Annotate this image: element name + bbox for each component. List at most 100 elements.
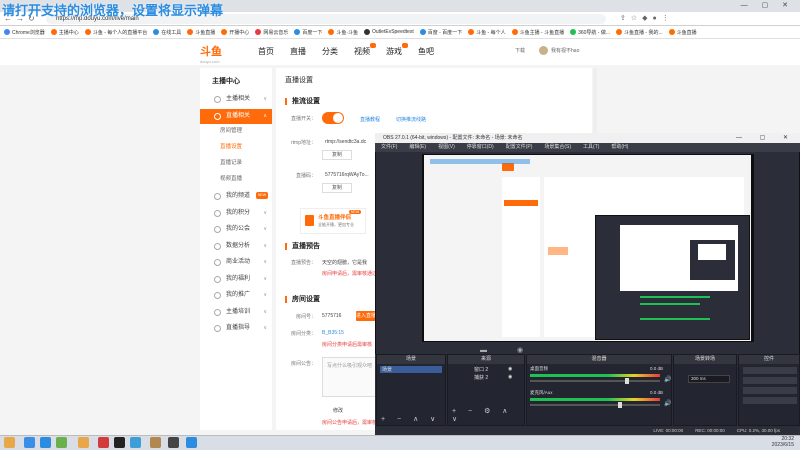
bookmark-item[interactable]: Chrome浏览器	[4, 29, 45, 36]
bookmark-item[interactable]: 360导航 - 做...	[570, 29, 610, 36]
transition-duration-input[interactable]: 300 ms	[688, 375, 730, 383]
username[interactable]: 我有视不hao	[551, 47, 579, 54]
mute-icon[interactable]: 🔊	[664, 376, 671, 383]
bookmark-item[interactable]: 开播中心	[221, 29, 249, 36]
taskbar-app-icon[interactable]	[24, 437, 35, 448]
bookmark-item[interactable]: 主播中心	[50, 29, 79, 36]
obs-menu-item[interactable]: 视图(V)	[438, 143, 455, 152]
eye-icon[interactable]: ◉	[508, 366, 512, 372]
bookmark-item[interactable]: 斗鱼直播	[668, 29, 697, 36]
source-item[interactable]: 窗口 2	[474, 366, 488, 373]
sidebar-item[interactable]: 我的福利 ∨	[200, 272, 272, 287]
sidebar-item[interactable]: 商业活动 ∨	[200, 255, 272, 270]
bookmark-item[interactable]: 百度一下	[294, 29, 322, 36]
nav-live[interactable]: 直播	[290, 46, 306, 57]
download-link[interactable]: 下载	[515, 47, 525, 54]
bookmark-item[interactable]: 斗鱼 - 每个人	[468, 29, 506, 36]
control-button[interactable]	[743, 367, 797, 374]
sidebar-item[interactable]: 主播培训 ∨	[200, 305, 272, 320]
bookmark-item[interactable]: 斗鱼·斗鱼	[328, 29, 358, 36]
taskbar-app-icon[interactable]	[40, 437, 51, 448]
chevron-icon: ∨	[263, 226, 267, 232]
bookmark-item[interactable]: 斗鱼直播	[187, 29, 215, 36]
sidebar-subitem[interactable]: 直播记录	[200, 157, 272, 170]
sidebar-subitem[interactable]: 视频直播	[200, 173, 272, 186]
sidebar-item[interactable]: 直播指导 ∨	[200, 321, 272, 336]
taskbar-app-icon[interactable]	[186, 437, 197, 448]
mixer-track-name: 麦克风/Aux	[530, 390, 553, 395]
control-button[interactable]	[743, 387, 797, 394]
sidebar-item[interactable]: 我的公会 ∨	[200, 222, 272, 237]
bookmark-item[interactable]: 斗鱼直播 - 我的...	[616, 29, 663, 36]
mixer-track-name: 桌面音频	[530, 366, 548, 371]
avatar[interactable]	[539, 46, 549, 55]
sidebar-subitem[interactable]: 房间管理	[200, 125, 272, 138]
section-room: 房间设置	[285, 296, 320, 303]
taskbar-app-icon[interactable]	[150, 437, 161, 448]
taskbar-app-icon[interactable]	[130, 437, 141, 448]
sidebar-item[interactable]: 我的频道∨NEW	[200, 189, 272, 204]
taskbar-app-icon[interactable]	[56, 437, 67, 448]
obs-menu-item[interactable]: 帮助(H)	[611, 143, 628, 152]
bookmark-item[interactable]: OutletEvSpeedtest	[364, 29, 414, 35]
sidebar-item[interactable]: 数据分析 ∨	[200, 239, 272, 254]
eye-icon[interactable]: ◉	[508, 374, 512, 380]
bookmark-item[interactable]: 网易云音乐	[255, 29, 288, 36]
help-link[interactable]: 直播教程	[360, 116, 380, 123]
live-switch-toggle[interactable]	[322, 112, 344, 124]
sidebar-item[interactable]: 我的积分 ∨	[200, 206, 272, 221]
bookmark-item[interactable]: 斗鱼主播 - 斗鱼直播	[511, 29, 564, 36]
fader-knob[interactable]	[618, 402, 623, 408]
sidebar-item[interactable]: 直播相关 ∧	[200, 108, 272, 124]
mixer-fader[interactable]	[530, 402, 660, 408]
enter-room-button[interactable]: 进入直播间	[356, 311, 376, 329]
edit-intro-link[interactable]: 修改	[333, 407, 343, 414]
system-tray[interactable]: 20:32 2023/6/15	[772, 436, 794, 448]
room-category-value[interactable]: B_B35:15	[322, 330, 344, 336]
obs-menu-item[interactable]: 场景集合(S)	[544, 143, 571, 152]
scenes-toolbar[interactable]: + − ∧ ∨	[381, 415, 440, 423]
sidebar-subitem[interactable]: 直播设置	[200, 141, 272, 154]
bookmark-item[interactable]: 百度 - 百度一下	[419, 29, 462, 36]
notice-value[interactable]: 天空的翅膀，它是我	[322, 259, 367, 266]
obs-menu-item[interactable]: 文件(F)	[381, 143, 397, 152]
window-controls[interactable]: — ▢ ✕	[741, 1, 794, 9]
taskbar-app-icon[interactable]	[114, 437, 125, 448]
address-icons[interactable]: ⇪☆◆●⋮	[620, 14, 674, 22]
taskbar-app-icon[interactable]	[4, 437, 15, 448]
nav-game[interactable]: 游戏	[386, 43, 408, 57]
bookmark-favicon-icon	[294, 29, 301, 35]
taskbar-app-icon[interactable]	[98, 437, 109, 448]
sources-toolbar[interactable]: + − ⚙ ∧ ∨	[452, 407, 524, 423]
switch-line-link[interactable]: 切换推流线路	[396, 116, 426, 123]
mute-icon[interactable]: 🔊	[664, 400, 671, 407]
control-button[interactable]	[743, 397, 797, 404]
obs-menu-item[interactable]: 编辑(E)	[409, 143, 426, 152]
bookmark-item[interactable]: 斗鱼 - 每个人的直播平台	[84, 29, 147, 36]
nav-home[interactable]: 首页	[258, 46, 274, 57]
control-button[interactable]	[743, 377, 797, 384]
obs-menu-item[interactable]: 停靠窗口(D)	[467, 143, 494, 152]
copy-code-button[interactable]: 复制	[322, 183, 352, 193]
promo-banner[interactable]: 斗鱼直播伴侣 全能开播，更加专业 NEW	[300, 208, 366, 234]
scene-item[interactable]: 场景	[380, 366, 442, 373]
obs-window-controls[interactable]: — ▢ ✕	[736, 133, 796, 143]
obs-menu-item[interactable]: 配置文件(P)	[506, 143, 533, 152]
bookmark-favicon-icon	[570, 29, 577, 35]
douyu-logo[interactable]: 斗鱼 douyu.com	[200, 43, 240, 64]
sidebar-item[interactable]: 主播相关 ∨	[200, 92, 272, 107]
bookmark-item[interactable]: 在线工具	[153, 29, 181, 36]
fader-knob[interactable]	[624, 378, 629, 384]
copy-rtmp-button[interactable]: 复制	[322, 150, 352, 160]
transitions-dock-title: 场景转场	[674, 355, 736, 364]
nav-yuba[interactable]: 鱼吧	[418, 46, 434, 57]
taskbar-app-icon[interactable]	[78, 437, 89, 448]
sidebar-item[interactable]: 我的推广 ∨	[200, 288, 272, 303]
room-intro-input[interactable]: 写点什么吸引观众吧	[322, 357, 378, 397]
source-item[interactable]: 捕获 2	[474, 374, 488, 381]
nav-video[interactable]: 视频	[354, 43, 376, 57]
nav-category[interactable]: 分类	[322, 46, 338, 57]
mixer-fader[interactable]	[530, 378, 660, 384]
taskbar-app-icon[interactable]	[168, 437, 179, 448]
obs-menu-item[interactable]: 工具(T)	[583, 143, 599, 152]
